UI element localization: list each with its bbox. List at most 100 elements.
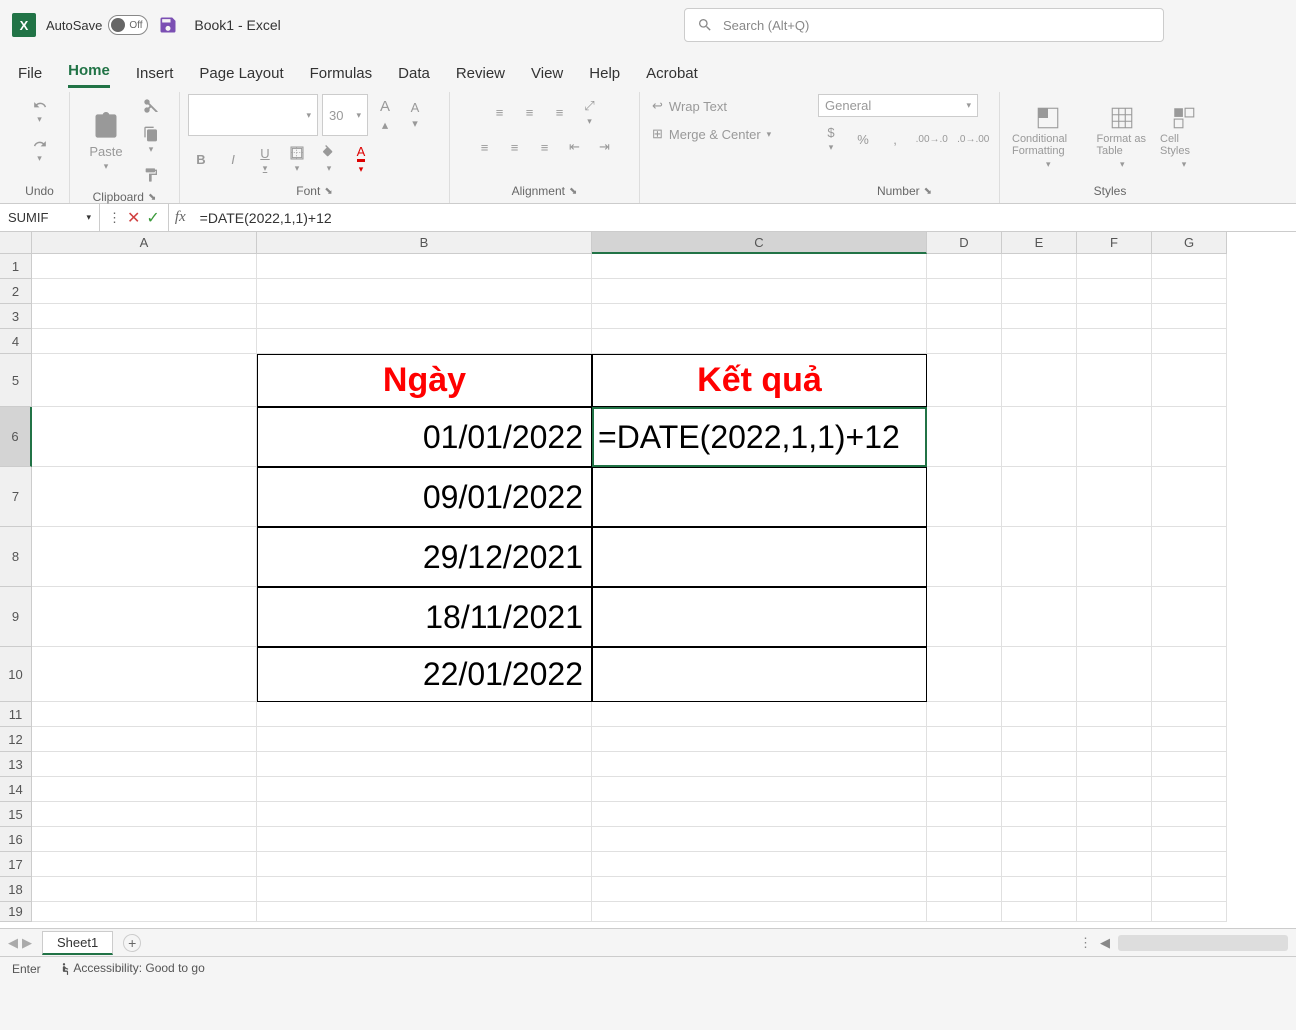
fx-icon[interactable]: fx: [169, 209, 192, 226]
cell-G4[interactable]: [1152, 329, 1227, 354]
cell-C14[interactable]: [592, 777, 927, 802]
cell-C4[interactable]: [592, 329, 927, 354]
row-header-9[interactable]: 9: [0, 587, 32, 647]
sheet-nav-prev-icon[interactable]: ◀: [8, 935, 18, 951]
increase-indent-button[interactable]: ⇥: [592, 135, 618, 159]
cell-E9[interactable]: [1002, 587, 1077, 647]
cell-A10[interactable]: [32, 647, 257, 702]
align-middle-button[interactable]: ≡: [517, 94, 543, 131]
cell-G3[interactable]: [1152, 304, 1227, 329]
accessibility-status[interactable]: Accessibility: Good to go: [57, 961, 205, 976]
cell-E4[interactable]: [1002, 329, 1077, 354]
undo-button[interactable]: ▾: [26, 94, 54, 129]
accounting-format-button[interactable]: $▾: [818, 121, 844, 157]
row-header-1[interactable]: 1: [0, 254, 32, 279]
format-painter-button[interactable]: [138, 163, 164, 187]
italic-button[interactable]: I: [220, 140, 246, 179]
copy-button[interactable]: ▾: [138, 122, 164, 159]
cell-A12[interactable]: [32, 727, 257, 752]
cell-E13[interactable]: [1002, 752, 1077, 777]
cell-B13[interactable]: [257, 752, 592, 777]
cell-C9[interactable]: [592, 587, 927, 647]
column-header-G[interactable]: G: [1152, 232, 1227, 254]
cell-G17[interactable]: [1152, 852, 1227, 877]
cell-G7[interactable]: [1152, 467, 1227, 527]
align-center-button[interactable]: ≡: [502, 135, 528, 159]
cell-E1[interactable]: [1002, 254, 1077, 279]
cell-A13[interactable]: [32, 752, 257, 777]
row-header-12[interactable]: 12: [0, 727, 32, 752]
cell-A16[interactable]: [32, 827, 257, 852]
tab-review[interactable]: Review: [456, 65, 505, 88]
cell-G16[interactable]: [1152, 827, 1227, 852]
format-as-table-button[interactable]: Format as Table▾: [1092, 101, 1152, 174]
cut-button[interactable]: [138, 94, 164, 118]
column-header-D[interactable]: D: [927, 232, 1002, 254]
redo-button[interactable]: ▾: [26, 133, 54, 168]
cell-C2[interactable]: [592, 279, 927, 304]
cell-B2[interactable]: [257, 279, 592, 304]
merge-center-button[interactable]: ⊞Merge & Center▾: [648, 122, 775, 146]
scroll-left-icon[interactable]: ◀: [1100, 935, 1110, 951]
cell-G5[interactable]: [1152, 354, 1227, 407]
conditional-formatting-button[interactable]: Conditional Formatting▾: [1008, 101, 1088, 174]
cell-C11[interactable]: [592, 702, 927, 727]
cell-A6[interactable]: [32, 407, 257, 467]
cell-F2[interactable]: [1077, 279, 1152, 304]
number-format-selector[interactable]: General▾: [818, 94, 978, 117]
font-name-selector[interactable]: ▾: [188, 94, 318, 136]
cell-C16[interactable]: [592, 827, 927, 852]
cell-B15[interactable]: [257, 802, 592, 827]
cell-D8[interactable]: [927, 527, 1002, 587]
cell-C6-formula-display[interactable]: =DATE(2022,1,1)+12: [592, 407, 1062, 467]
cell-G8[interactable]: [1152, 527, 1227, 587]
cell-A15[interactable]: [32, 802, 257, 827]
sheet-tab-sheet1[interactable]: Sheet1: [42, 931, 113, 955]
cell-C17[interactable]: [592, 852, 927, 877]
cell-A11[interactable]: [32, 702, 257, 727]
cell-C7[interactable]: [592, 467, 927, 527]
increase-decimal-button[interactable]: .00→.0: [914, 121, 950, 157]
cell-C3[interactable]: [592, 304, 927, 329]
cell-G12[interactable]: [1152, 727, 1227, 752]
tab-formulas[interactable]: Formulas: [310, 65, 373, 88]
cell-F5[interactable]: [1077, 354, 1152, 407]
cell-A5[interactable]: [32, 354, 257, 407]
font-size-selector[interactable]: 30▾: [322, 94, 368, 136]
cell-F13[interactable]: [1077, 752, 1152, 777]
row-header-2[interactable]: 2: [0, 279, 32, 304]
cell-C12[interactable]: [592, 727, 927, 752]
cell-E2[interactable]: [1002, 279, 1077, 304]
row-header-6[interactable]: 6: [0, 407, 32, 467]
cell-B7[interactable]: 09/01/2022: [257, 467, 592, 527]
align-top-button[interactable]: ≡: [487, 94, 513, 131]
paste-button[interactable]: Paste▾: [78, 106, 134, 176]
cell-F8[interactable]: [1077, 527, 1152, 587]
cell-B16[interactable]: [257, 827, 592, 852]
cell-G11[interactable]: [1152, 702, 1227, 727]
tab-data[interactable]: Data: [398, 65, 430, 88]
cell-E19[interactable]: [1002, 902, 1077, 922]
cell-D16[interactable]: [927, 827, 1002, 852]
cell-B1[interactable]: [257, 254, 592, 279]
row-header-19[interactable]: 19: [0, 902, 32, 922]
cell-F3[interactable]: [1077, 304, 1152, 329]
cell-D3[interactable]: [927, 304, 1002, 329]
tab-view[interactable]: View: [531, 65, 563, 88]
cell-D11[interactable]: [927, 702, 1002, 727]
cell-E15[interactable]: [1002, 802, 1077, 827]
cell-G14[interactable]: [1152, 777, 1227, 802]
table-header-ketqua[interactable]: Kết quả: [592, 354, 927, 407]
align-bottom-button[interactable]: ≡: [547, 94, 573, 131]
cell-D5[interactable]: [927, 354, 1002, 407]
cell-G1[interactable]: [1152, 254, 1227, 279]
cell-F17[interactable]: [1077, 852, 1152, 877]
cell-C10[interactable]: [592, 647, 927, 702]
cell-D10[interactable]: [927, 647, 1002, 702]
cell-F11[interactable]: [1077, 702, 1152, 727]
cell-D4[interactable]: [927, 329, 1002, 354]
cell-A19[interactable]: [32, 902, 257, 922]
row-header-11[interactable]: 11: [0, 702, 32, 727]
alignment-launcher-icon[interactable]: ⬊: [569, 186, 577, 197]
cell-styles-button[interactable]: Cell Styles▾: [1156, 101, 1212, 174]
